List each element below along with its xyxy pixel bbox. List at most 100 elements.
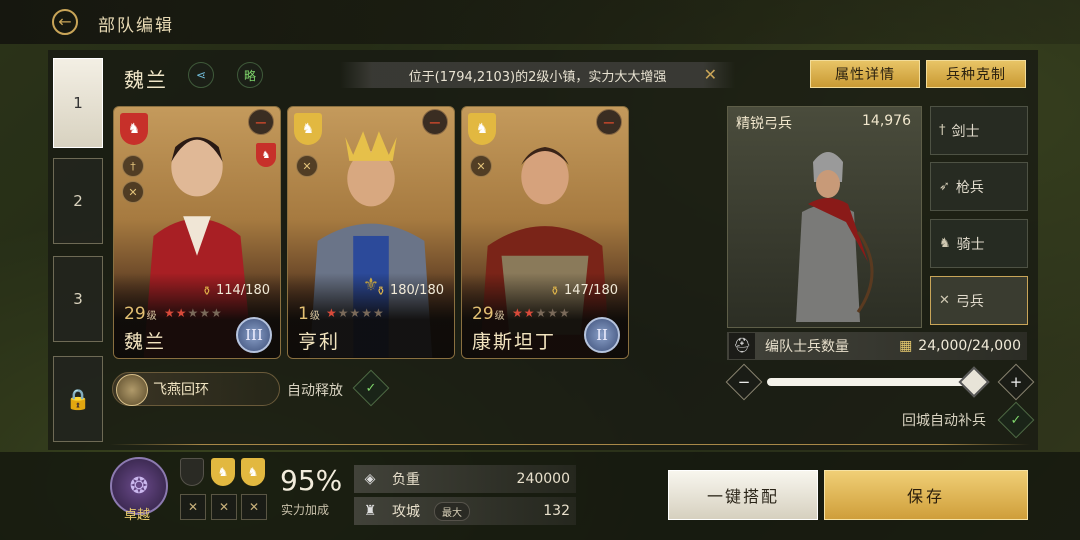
unit-tab-spearman[interactable]: ➶ 枪兵 [930,162,1028,211]
leadership: ⚱ 114/180 [202,283,270,298]
lion-crest-icon: ♞ [468,113,496,145]
faction-badge-icon: ♞ [256,143,276,167]
leadership-value: 114/180 [215,283,270,298]
empty-crest-icon [180,458,204,486]
level-unit: 级 [146,311,157,322]
leadership-value: 180/180 [389,283,444,298]
tab-label: 2 [73,192,83,210]
unit-name: 精锐弓兵 [736,116,792,132]
lion-crest-icon: ♞ [211,458,235,486]
minus-icon: − [737,373,751,391]
counter-button[interactable]: 兵种克制 [926,60,1026,88]
helmet-icon: ⛑ [729,333,755,359]
check-icon: ✓ [365,380,377,396]
level-unit: 级 [494,311,505,322]
sword-icon: † [122,155,144,177]
load-value: 240000 [516,471,570,487]
button-label: 兵种克制 [946,67,1006,83]
page-title: 部队编辑 [98,16,174,36]
tab-label: 枪兵 [955,179,984,196]
hero-card-1[interactable]: ♞ † ✕ − ♞ ⚱ 114/180 29 级 ★★★★★ 魏兰 III [113,106,281,359]
crossbow-icon: ✕ [211,494,237,520]
tab-label: 1 [73,94,83,112]
hero-card-3[interactable]: ♞ ✕ − ⚱ 147/180 29 级 ★★★★★ 康斯坦丁 II [461,106,629,359]
leadership: ⚱ 147/180 [550,283,618,298]
hero-level: 1级 [298,304,320,324]
spear-icon: ➶ [939,179,950,194]
horse-icon: ♞ [939,236,951,251]
siege-icon: ♜ [363,503,377,519]
remove-hero-button[interactable]: − [248,109,274,135]
tab-label: 弓兵 [955,293,984,310]
notice-text: 位于(1794,2103)的2级小镇，实力大大增强 [408,69,667,85]
formation-tier: 卓越 [124,508,151,523]
auto-cast-label: 自动释放 [287,383,343,399]
share-icon: ⋖ [195,68,207,82]
bat-icon: ❂ [129,473,149,499]
skill-icon [116,374,148,406]
tab-troop-1[interactable]: 1 [53,58,103,148]
remove-hero-button[interactable]: − [422,109,448,135]
tab-troop-2[interactable]: 2 [53,158,103,244]
crossbow-icon: ✕ [296,155,318,177]
level-value: 29 [124,304,146,324]
button-label: 属性详情 [835,67,895,83]
decrease-button[interactable]: − [725,363,763,401]
unit-tab-knight[interactable]: ♞ 骑士 [930,219,1028,268]
layers-icon: ◈ [364,471,376,487]
tab-label: 骑士 [956,236,985,253]
button-label: 保存 [906,487,945,506]
flask-icon: ⚱ [375,283,386,298]
calculator-icon: ▦ [899,338,913,354]
rank-badge: II [584,317,620,353]
leadership-value: 147/180 [563,283,618,298]
save-button[interactable]: 保存 [824,470,1028,520]
lock-icon: 🔒 [65,387,91,411]
auto-refill-label: 回城自动补兵 [902,413,986,429]
unit-preview: 精锐弓兵 14,976 [727,106,922,328]
siege-label: 攻城 [392,504,420,520]
unit-tab-archer[interactable]: ✕ 弓兵 [930,276,1028,325]
soldier-count-value: 24,000/24,000 [918,338,1021,354]
tab-label: 3 [73,290,83,308]
lion-crest-icon: ♞ [241,458,265,486]
notice-banner: 位于(1794,2103)的2级小镇，实力大大增强 ✕ [340,62,735,88]
back-button[interactable]: ← [52,9,78,35]
button-label: 一键搭配 [706,487,779,506]
hero-card-2[interactable]: ⚜ ♞ ✕ − ⚱180/180 1级 ★★★★★ 亨利 [287,106,455,359]
strategy-label: 略 [243,68,256,83]
share-button[interactable]: ⋖ [188,62,214,88]
flask-icon: ⚱ [201,283,212,298]
slider-thumb[interactable] [958,366,990,398]
tab-label: 剑士 [951,123,980,140]
star-rating: ★★★★★ [326,306,385,320]
hero-level: 29 级 [472,304,505,324]
siege-row: ♜ 攻城 最大 132 [354,497,576,525]
strategy-button[interactable]: 略 [237,62,263,88]
auto-match-button[interactable]: 一键搭配 [668,470,818,520]
archer-figure [796,152,874,322]
tab-troop-3[interactable]: 3 [53,256,103,342]
soldier-count-row: ⛑ 编队士兵数量 ▦ 24,000/24,000 [727,332,1027,360]
close-icon[interactable]: ✕ [704,65,717,84]
crossbow-icon: ✕ [122,181,144,203]
unit-tab-swordsman[interactable]: † 剑士 [930,106,1028,155]
troop-name: 魏兰 [124,68,168,92]
slider-track[interactable] [767,378,987,386]
leadership: ⚱ 180/180 [376,283,444,298]
hero-level: 29 级 [124,304,157,324]
load-row: ◈ 负重 240000 [354,465,576,493]
attr-details-button[interactable]: 属性详情 [810,60,920,88]
soldier-slider[interactable]: − + [725,363,1035,401]
rank-badge: III [236,317,272,353]
soldier-count-label: 编队士兵数量 [765,339,849,355]
divider [110,444,1030,445]
tab-locked[interactable]: 🔒 [53,356,103,442]
hero-name: 魏兰 [124,331,167,353]
lion-crest-icon: ♞ [294,113,322,145]
power-label: 实力加成 [281,503,330,517]
unit-count: 14,976 [862,113,911,129]
power-percent: 95% [280,464,343,497]
remove-hero-button[interactable]: − [596,109,622,135]
check-icon: ✓ [1010,412,1022,428]
